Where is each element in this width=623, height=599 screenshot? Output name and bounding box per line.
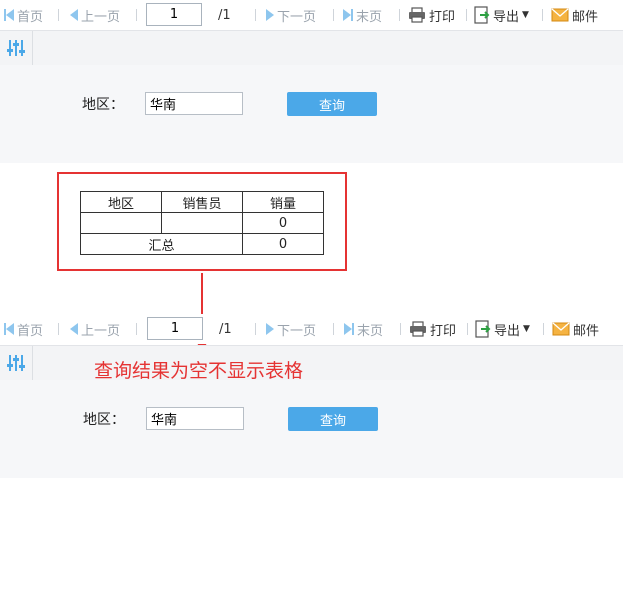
first-page-icon <box>4 9 14 21</box>
prev-page-label: 上一页 <box>81 323 121 339</box>
prev-page-button[interactable]: 上一页 <box>70 314 120 344</box>
mail-button[interactable]: 邮件 <box>551 0 598 30</box>
print-label: 打印 <box>429 9 456 25</box>
parameter-toggle-button[interactable] <box>0 31 33 65</box>
query-button[interactable]: 查询 <box>287 92 377 116</box>
first-page-button[interactable]: 首页 <box>4 0 43 30</box>
next-page-button[interactable]: 下一页 <box>266 0 316 30</box>
mail-button[interactable]: 邮件 <box>552 314 599 344</box>
prev-page-icon <box>70 9 78 21</box>
report-table: 地区 销售员 销量 0 汇总 0 <box>80 191 324 255</box>
next-page-label: 下一页 <box>277 323 317 339</box>
prev-page-icon <box>70 323 78 335</box>
first-page-icon <box>4 323 14 335</box>
parameter-toggle-button[interactable] <box>0 346 33 380</box>
bottom-toolbar: 首页 上一页 /1 下一页 末页 打印 导出 ▼ 邮件 <box>0 314 623 344</box>
table-header-row: 地区 销售员 销量 <box>80 191 324 213</box>
sliders-icon <box>7 40 25 56</box>
mail-label: 邮件 <box>573 323 600 339</box>
total-pages: /1 <box>219 314 232 344</box>
printer-icon <box>409 7 425 23</box>
parameter-panel: 地区： 查询 <box>0 65 623 163</box>
prev-page-label: 上一页 <box>81 9 121 25</box>
first-page-label: 首页 <box>17 323 44 339</box>
region-input[interactable] <box>146 407 244 430</box>
annotation-text: 查询结果为空不显示表格 <box>94 360 304 382</box>
region-label: 地区： <box>83 412 125 428</box>
total-pages-label: /1 <box>218 7 231 23</box>
last-page-button[interactable]: 末页 <box>344 314 383 344</box>
last-page-icon <box>343 9 353 21</box>
mail-label: 邮件 <box>572 9 599 25</box>
export-icon <box>475 320 491 338</box>
next-page-button[interactable]: 下一页 <box>266 314 316 344</box>
total-pages: /1 <box>218 0 231 30</box>
sliders-icon <box>7 355 25 371</box>
export-button[interactable]: 导出 ▼ <box>475 314 530 344</box>
prev-page-button[interactable]: 上一页 <box>70 0 120 30</box>
next-page-label: 下一页 <box>277 9 317 25</box>
parameter-bar <box>0 30 623 66</box>
table-cell: 0 <box>242 212 324 234</box>
next-page-icon <box>266 323 274 335</box>
last-page-label: 末页 <box>357 323 384 339</box>
last-page-icon <box>344 323 354 335</box>
table-cell <box>161 212 243 234</box>
table-row: 0 <box>80 212 324 234</box>
mail-icon <box>552 322 570 336</box>
chevron-down-icon: ▼ <box>523 324 530 334</box>
top-toolbar: 首页 上一页 /1 下一页 末页 打印 导出 ▼ 邮件 <box>0 0 623 30</box>
export-icon <box>474 6 490 24</box>
export-label: 导出 <box>494 323 521 339</box>
total-pages-label: /1 <box>219 321 232 337</box>
print-label: 打印 <box>430 323 457 339</box>
printer-icon <box>410 321 426 337</box>
table-header-region: 地区 <box>80 191 162 213</box>
last-page-label: 末页 <box>356 9 383 25</box>
export-button[interactable]: 导出 ▼ <box>474 0 529 30</box>
summary-value: 0 <box>242 233 324 255</box>
export-label: 导出 <box>493 9 520 25</box>
page-number-input[interactable] <box>146 3 202 26</box>
last-page-button[interactable]: 末页 <box>343 0 382 30</box>
table-header-salesperson: 销售员 <box>161 191 243 213</box>
next-page-icon <box>266 9 274 21</box>
region-input[interactable] <box>145 92 243 115</box>
chevron-down-icon: ▼ <box>522 10 529 20</box>
region-label: 地区： <box>82 97 124 113</box>
first-page-label: 首页 <box>17 9 44 25</box>
table-header-volume: 销量 <box>242 191 324 213</box>
table-summary-row: 汇总 0 <box>80 233 324 255</box>
print-button[interactable]: 打印 <box>408 0 455 30</box>
table-cell <box>80 212 162 234</box>
mail-icon <box>551 8 569 22</box>
query-button[interactable]: 查询 <box>288 407 378 431</box>
first-page-button[interactable]: 首页 <box>4 314 43 344</box>
print-button[interactable]: 打印 <box>409 314 456 344</box>
parameter-panel: 地区： 查询 <box>0 380 623 478</box>
page-number-input[interactable] <box>147 317 203 340</box>
summary-label: 汇总 <box>80 233 243 255</box>
